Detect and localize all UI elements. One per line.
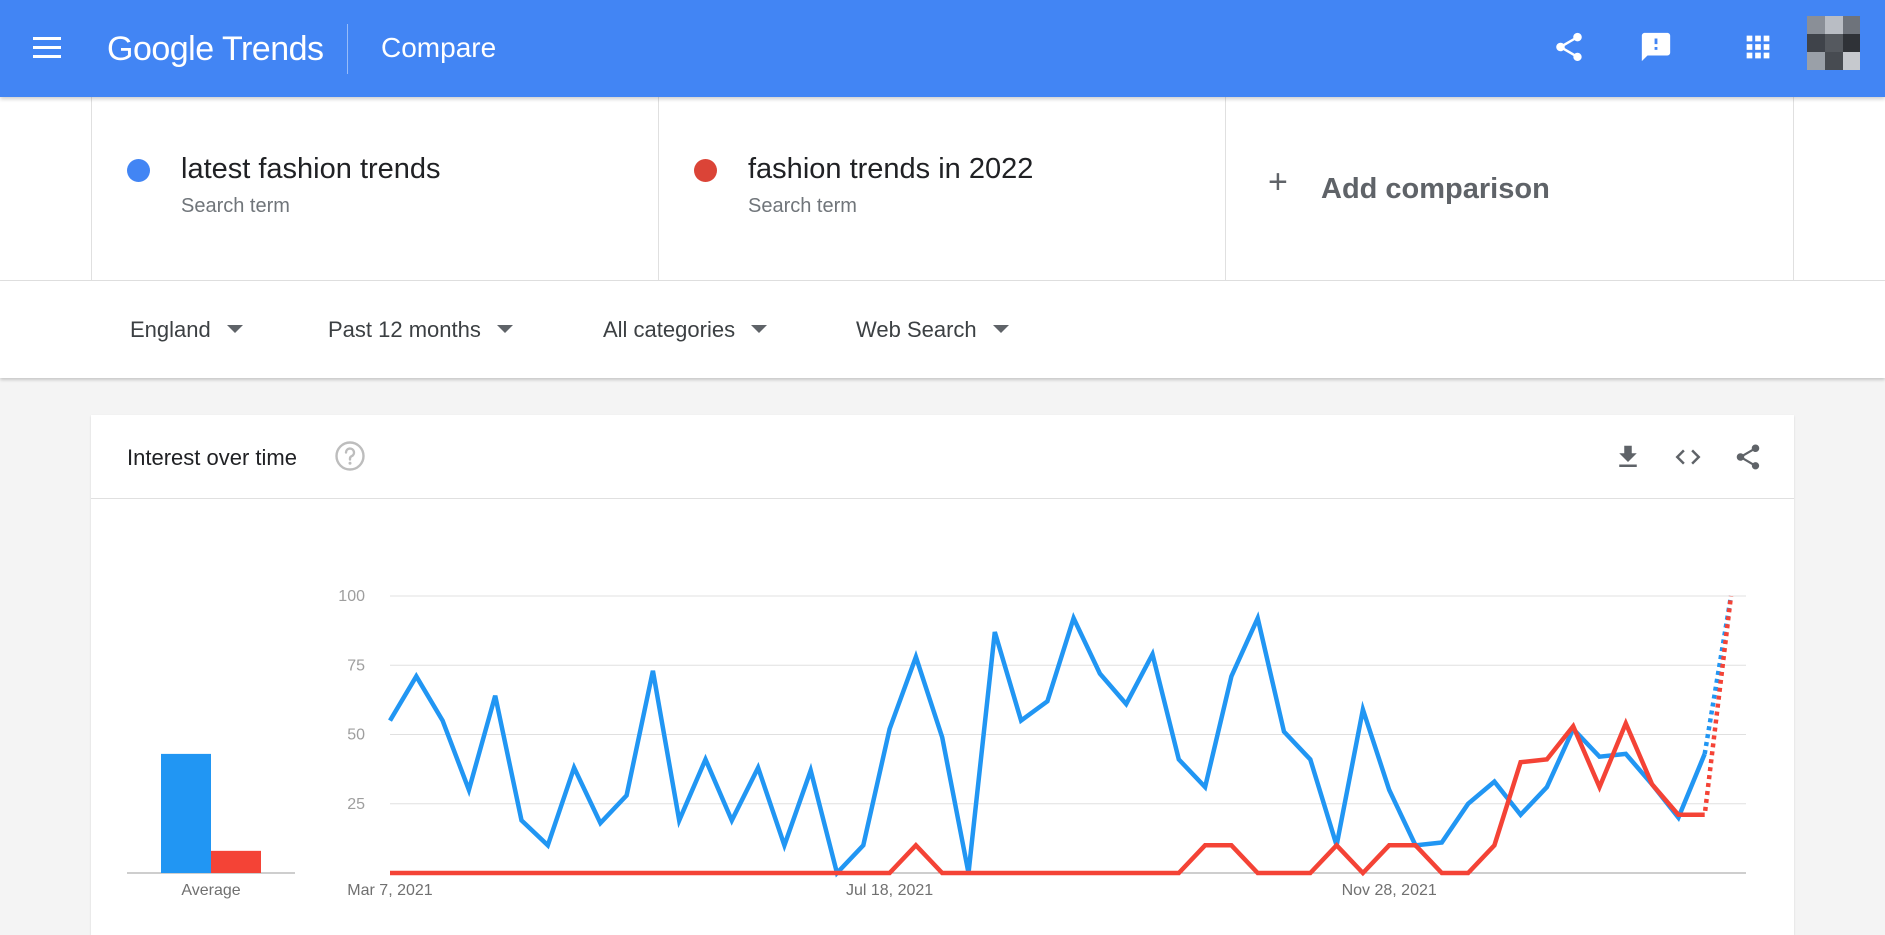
x-tick-label: Jul 18, 2021 bbox=[846, 882, 933, 899]
average-label: Average bbox=[181, 882, 240, 899]
y-tick-label: 100 bbox=[338, 588, 365, 605]
time-range-label: Past 12 months bbox=[328, 317, 481, 342]
brand-logo[interactable]: Google Trends bbox=[107, 30, 324, 69]
series-line-partial bbox=[1702, 595, 1734, 816]
avatar[interactable] bbox=[1807, 16, 1860, 72]
region-label: England bbox=[130, 317, 211, 342]
dropdown-caret-icon bbox=[992, 325, 1009, 334]
term-name: fashion trends in 2022 bbox=[748, 153, 1034, 185]
dropdown-caret-icon bbox=[496, 325, 513, 334]
add-comparison-button[interactable]: + Add comparison bbox=[1225, 97, 1794, 281]
dropdown-caret-icon bbox=[751, 325, 768, 334]
plus-icon: + bbox=[1268, 163, 1288, 201]
y-tick-label: 75 bbox=[347, 657, 365, 674]
dropdown-caret-icon bbox=[226, 325, 243, 334]
x-tick-label: Nov 28, 2021 bbox=[1342, 882, 1437, 899]
apps-grid-icon[interactable] bbox=[1741, 30, 1775, 64]
time-range-dropdown[interactable]: Past 12 months bbox=[328, 317, 513, 343]
y-tick-label: 25 bbox=[347, 796, 365, 813]
average-bar bbox=[211, 850, 261, 873]
comparison-bar: latest fashion trends Search term fashio… bbox=[0, 97, 1885, 281]
filter-bar: England Past 12 months All categories We… bbox=[0, 281, 1885, 378]
menu-icon[interactable] bbox=[33, 37, 63, 59]
term-color-dot bbox=[694, 159, 717, 182]
share-icon[interactable] bbox=[1552, 30, 1586, 64]
region-dropdown[interactable]: England bbox=[130, 317, 243, 343]
interest-over-time-card: Interest over time 25 50 75 100 Mar 7, 2021 J… bbox=[91, 415, 1794, 935]
series-line bbox=[388, 611, 1707, 878]
y-tick-label: 50 bbox=[347, 727, 365, 744]
term-color-dot bbox=[127, 159, 150, 182]
feedback-icon[interactable] bbox=[1639, 30, 1673, 64]
add-comparison-label: Add comparison bbox=[1321, 173, 1550, 205]
term-name: latest fashion trends bbox=[181, 153, 441, 185]
term-card-2[interactable]: fashion trends in 2022 Search term bbox=[658, 97, 1225, 281]
app-header: Google Trends Compare bbox=[0, 0, 1885, 97]
average-bar bbox=[161, 753, 211, 873]
search-type-dropdown[interactable]: Web Search bbox=[856, 317, 1009, 343]
category-label: All categories bbox=[603, 317, 736, 342]
term-type: Search term bbox=[748, 195, 857, 217]
interest-over-time-chart: 25 50 75 100 Mar 7, 2021 Jul 18, 2021 Nov 28, … bbox=[127, 588, 1746, 899]
term-type: Search term bbox=[181, 195, 290, 217]
header-divider bbox=[347, 24, 348, 74]
category-dropdown[interactable]: All categories bbox=[603, 317, 768, 343]
search-type-label: Web Search bbox=[856, 317, 977, 342]
x-tick-label: Mar 7, 2021 bbox=[347, 882, 432, 899]
page-title: Compare bbox=[381, 32, 497, 63]
term-card-1[interactable]: latest fashion trends Search term bbox=[91, 97, 658, 281]
